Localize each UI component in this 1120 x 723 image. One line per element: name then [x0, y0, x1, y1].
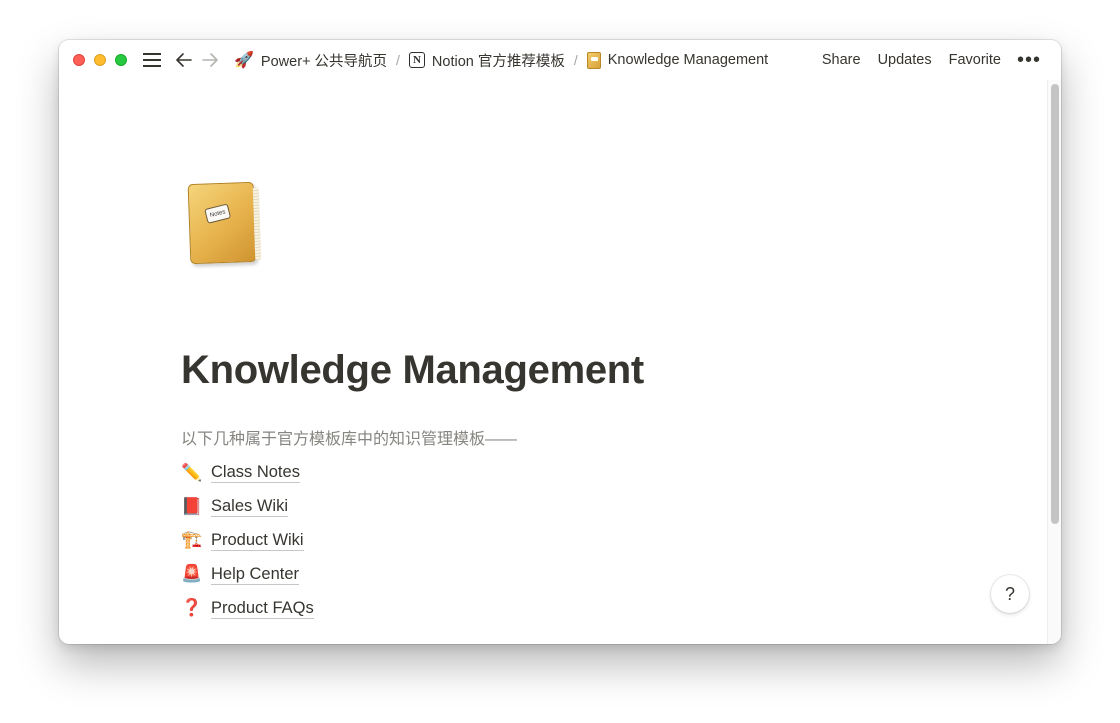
updates-button[interactable]: Updates	[870, 49, 940, 71]
scrollbar-thumb[interactable]	[1051, 84, 1059, 524]
list-item[interactable]: 🏗️ Product Wiki	[181, 524, 314, 558]
breadcrumb-label: Power+ 公共导航页	[260, 53, 388, 70]
help-button[interactable]: ?	[991, 575, 1029, 613]
breadcrumb-item-knowledge-management[interactable]: Knowledge Management	[583, 50, 772, 71]
page-link-product-wiki[interactable]: Product Wiki	[211, 530, 304, 551]
maximize-window-button[interactable]	[115, 54, 127, 66]
list-item[interactable]: ✏️ Class Notes	[181, 456, 314, 490]
breadcrumb: 🚀 Power+ 公共导航页 / N Notion 官方推荐模板 / Knowl…	[230, 48, 772, 73]
titlebar: 🚀 Power+ 公共导航页 / N Notion 官方推荐模板 / Knowl…	[59, 40, 1061, 80]
page-link-help-center[interactable]: Help Center	[211, 564, 300, 585]
template-link-list: ✏️ Class Notes 📕 Sales Wiki 🏗️ Product W…	[181, 456, 314, 625]
top-actions: Share Updates Favorite •••	[813, 49, 1047, 71]
page-link-class-notes[interactable]: Class Notes	[211, 462, 300, 484]
list-item[interactable]: 📕 Sales Wiki	[181, 490, 314, 524]
page-icon[interactable]: Notes	[187, 181, 259, 269]
favorite-button[interactable]: Favorite	[941, 49, 1009, 71]
hamburger-icon[interactable]	[140, 48, 164, 72]
window-controls	[73, 54, 136, 66]
app-window: 🚀 Power+ 公共导航页 / N Notion 官方推荐模板 / Knowl…	[59, 40, 1061, 644]
breadcrumb-label: Notion 官方推荐模板	[431, 53, 565, 70]
list-item[interactable]: 🚨 Help Center	[181, 557, 314, 591]
breadcrumb-item-notion-templates[interactable]: N Notion 官方推荐模板	[405, 48, 569, 73]
page-link-product-faqs[interactable]: Product FAQs	[211, 598, 314, 619]
more-options-icon[interactable]: •••	[1011, 50, 1047, 70]
arrow-left-icon[interactable]	[172, 48, 196, 72]
notebook-label: Notes	[204, 203, 232, 224]
breadcrumb-separator: /	[573, 52, 578, 68]
siren-icon: 🚨	[181, 564, 203, 584]
intro-text[interactable]: 以下几种属于官方模板库中的知识管理模板——	[181, 425, 517, 449]
breadcrumb-separator: /	[396, 52, 400, 68]
page-title[interactable]: Knowledge Management	[181, 348, 644, 393]
close-window-button[interactable]	[73, 54, 85, 66]
list-item[interactable]: ❓ Product FAQs	[181, 591, 314, 625]
crane-icon: 🏗️	[181, 530, 203, 550]
arrow-right-icon[interactable]	[198, 48, 222, 72]
notion-logo-icon: N	[408, 52, 425, 68]
breadcrumb-item-power-plus[interactable]: 🚀 Power+ 公共导航页	[230, 48, 391, 73]
breadcrumb-label: Knowledge Management	[607, 52, 769, 68]
share-button[interactable]: Share	[814, 49, 869, 71]
red-book-icon: 📕	[181, 496, 203, 516]
minimize-window-button[interactable]	[94, 54, 106, 66]
notebook-icon	[586, 51, 601, 69]
question-mark-icon: ❓	[181, 598, 203, 618]
notebook-icon: Notes	[187, 181, 257, 265]
page-link-sales-wiki[interactable]: Sales Wiki	[211, 496, 289, 518]
pencil-icon: ✏️	[181, 462, 203, 482]
vertical-scrollbar[interactable]	[1047, 80, 1061, 644]
rocket-icon: 🚀	[234, 52, 254, 69]
